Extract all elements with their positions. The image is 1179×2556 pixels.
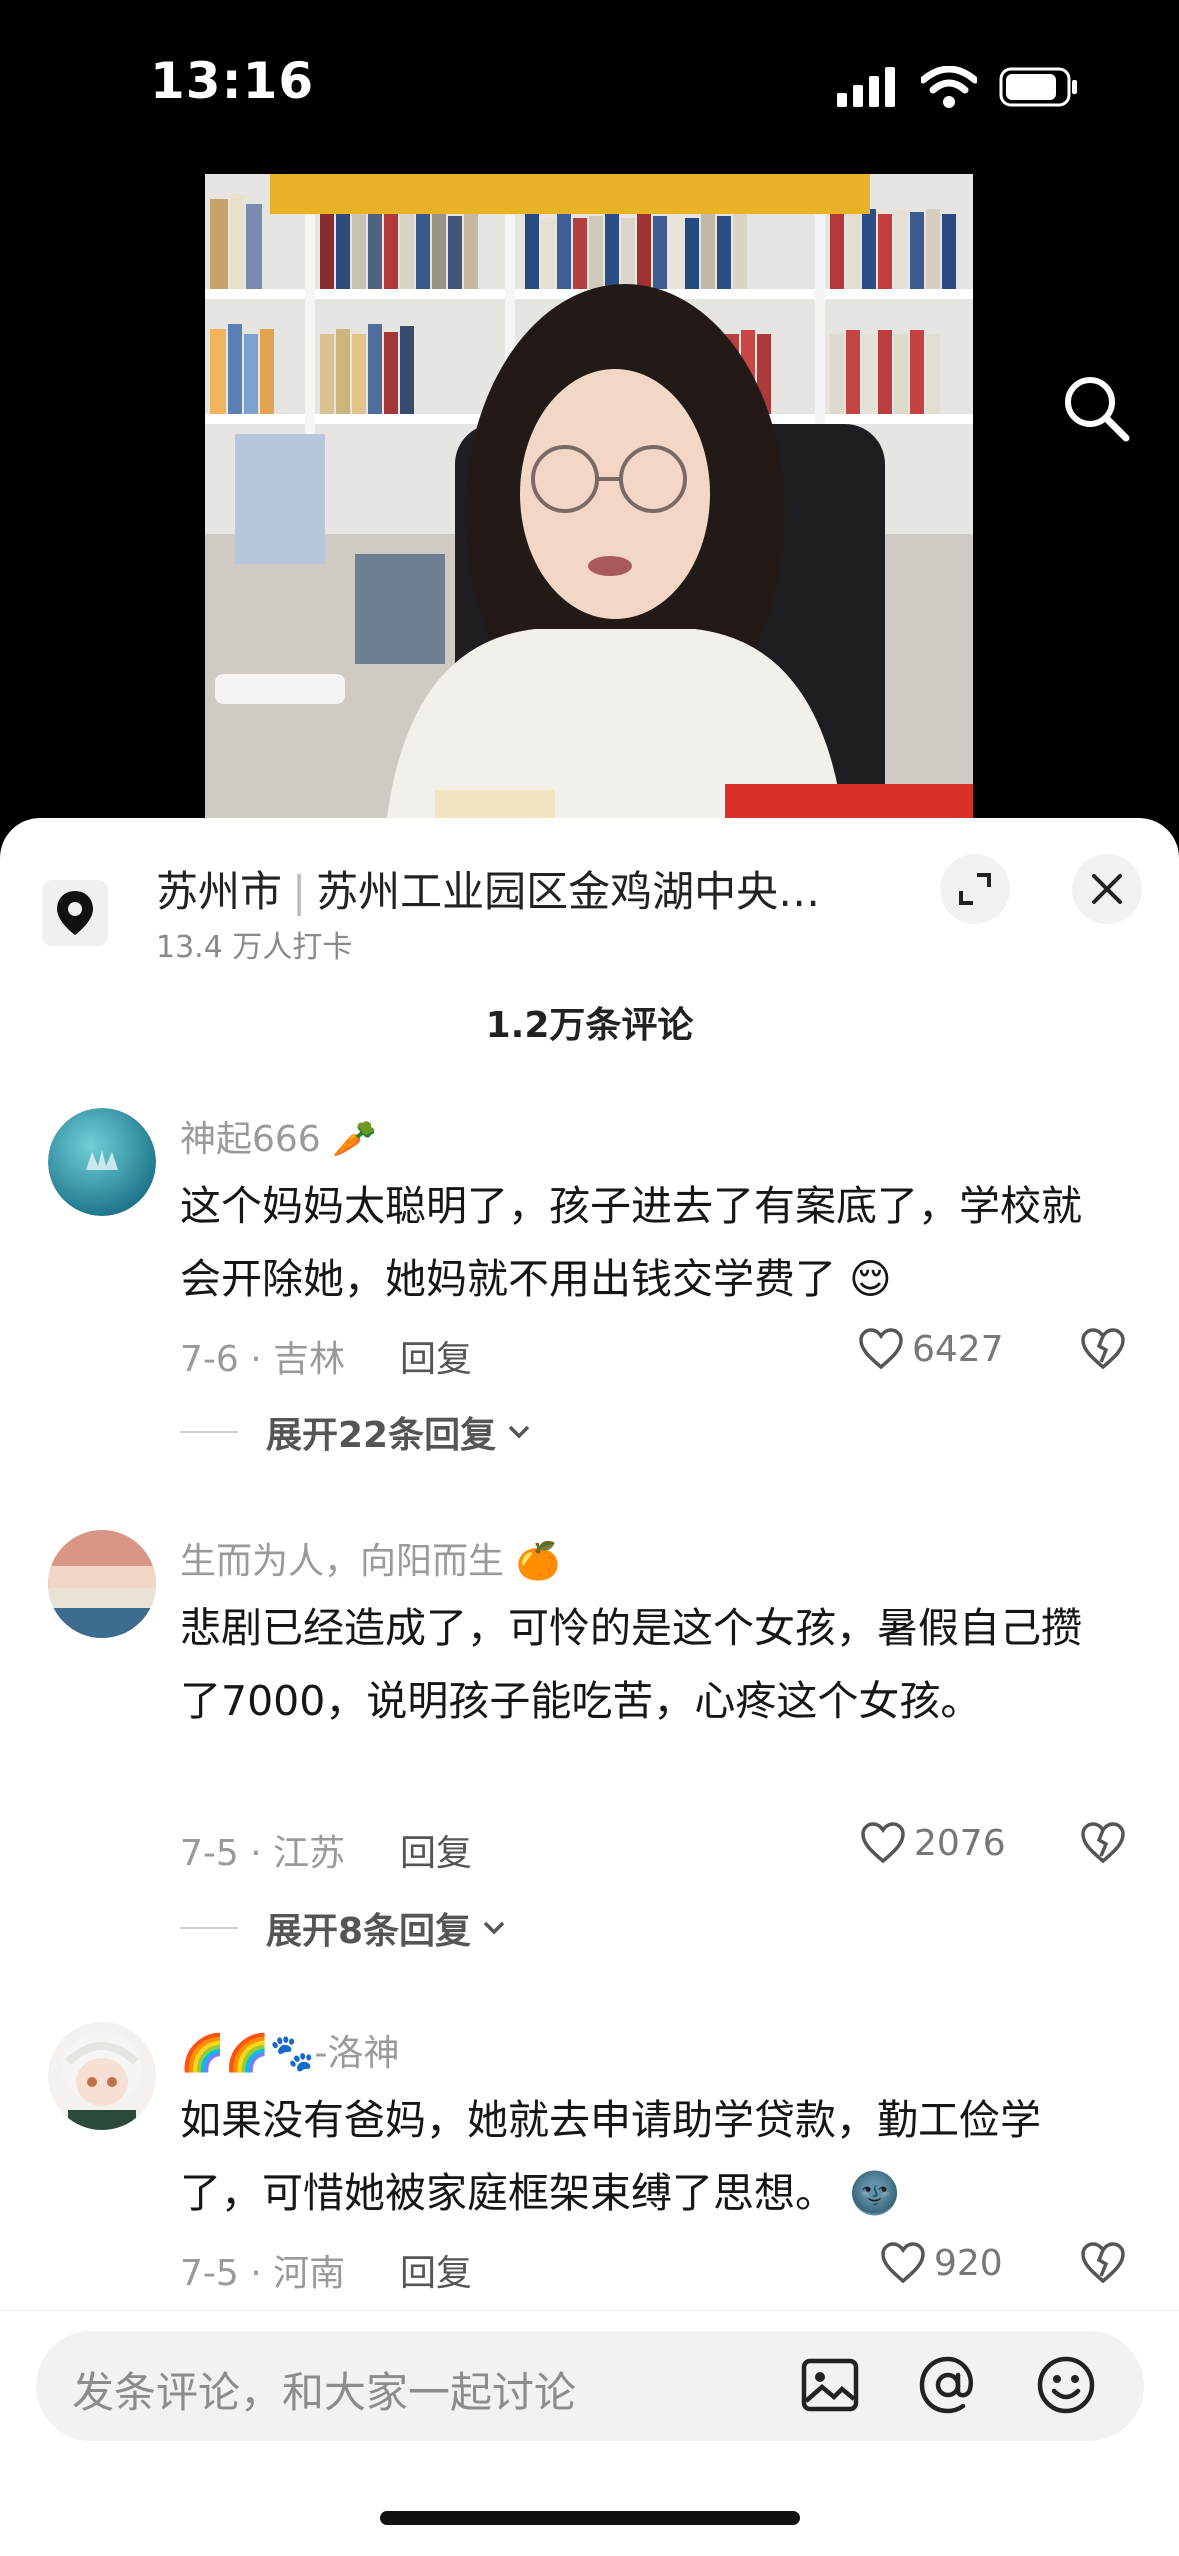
search-icon — [1065, 377, 1130, 442]
comment-input-placeholder: 发条评论，和大家一起讨论 — [72, 2368, 577, 2417]
heart-icon — [881, 2242, 925, 2284]
divider-line — [180, 1431, 238, 1433]
dislike-button[interactable] — [1080, 1328, 1126, 1374]
video-player[interactable] — [0, 170, 1179, 834]
location-pin-icon — [42, 880, 108, 946]
wifi-icon — [921, 66, 977, 108]
comment-text: 这个妈妈太聪明了，孩子进去了有案底了，学校就会开除她，她妈就不用出钱交学费了 😌 — [180, 1182, 1082, 1303]
location-title[interactable]: 苏州市 | 苏州工业园区金鸡湖中央… — [156, 858, 820, 919]
cellular-signal-icon — [837, 67, 895, 107]
comment-username[interactable]: 🌈🌈🐾-洛神 — [180, 2024, 399, 2076]
mention-button[interactable] — [916, 2353, 980, 2417]
carrot-emoji-icon: 🥕 — [332, 1119, 377, 1160]
location-place: 苏州工业园区金鸡湖中央… — [316, 867, 821, 916]
comment-date-location: 7-6 · 吉林 — [180, 1339, 346, 1380]
video-frame — [205, 174, 973, 834]
like-button[interactable]: 920 — [880, 2242, 1003, 2284]
location-city: 苏州市 — [156, 867, 283, 916]
smiley-face-icon — [1037, 2356, 1095, 2414]
avatar[interactable] — [48, 2022, 156, 2130]
location-checkins: 13.4 万人打卡 — [156, 930, 353, 965]
expand-icon — [959, 873, 991, 905]
comment-username[interactable]: 生而为人，向阳而生 🍊 — [180, 1532, 560, 1584]
chevron-down-icon — [483, 1921, 505, 1935]
comment-input[interactable]: 发条评论，和大家一起讨论 — [36, 2331, 1144, 2441]
comment-username[interactable]: 神起666 🥕 — [180, 1110, 377, 1162]
smile-emoji-icon: 😌 — [849, 1255, 892, 1303]
reply-button[interactable]: 回复 — [400, 2244, 472, 2296]
broken-heart-icon — [1081, 1822, 1125, 1864]
dislike-button[interactable] — [1080, 1822, 1126, 1868]
image-picker-button[interactable] — [798, 2353, 862, 2417]
divider-line — [180, 1927, 238, 1929]
comment-date-location: 7-5 · 江苏 — [180, 1833, 346, 1874]
expand-replies-button[interactable]: 展开22条回复 — [180, 1406, 534, 1458]
search-button[interactable] — [1058, 370, 1138, 450]
close-icon — [1092, 874, 1122, 904]
broken-heart-icon — [1081, 1328, 1125, 1370]
image-icon — [801, 2358, 859, 2412]
comment-sheet: 苏州市 | 苏州工业园区金鸡湖中央… 13.4 万人打卡 1.2万条评论 神起666… — [0, 818, 1179, 2556]
close-button[interactable] — [1072, 854, 1142, 924]
status-time: 13:16 — [150, 52, 315, 110]
like-button[interactable]: 2076 — [860, 1822, 1006, 1864]
comment-text: 悲剧已经造成了，可怜的是这个女孩，暑假自己攒了7000，说明孩子能吃苦，心疼这个… — [180, 1604, 1082, 1725]
location-separator: | — [292, 867, 307, 916]
comment-date-location: 7-5 · 河南 — [180, 2253, 346, 2294]
avatar[interactable] — [48, 1530, 156, 1638]
heart-icon — [859, 1328, 903, 1370]
video-thumbnail — [205, 174, 973, 834]
orange-emoji-icon: 🍊 — [515, 1541, 561, 1582]
expand-replies-button[interactable]: 展开8条回复 — [180, 1902, 509, 1954]
reply-button[interactable]: 回复 — [400, 1330, 472, 1382]
expand-button[interactable] — [940, 854, 1010, 924]
chevron-down-icon — [508, 1425, 530, 1439]
like-count: 920 — [934, 2242, 1003, 2284]
battery-icon — [999, 67, 1077, 107]
comment-text: 如果没有爸妈，她就去申请助学贷款，勤工俭学了，可惜她被家庭框架束缚了思想。 🌚 — [180, 2096, 1041, 2217]
comment-count: 1.2万条评论 — [485, 1005, 694, 1046]
like-count: 6427 — [912, 1328, 1004, 1370]
home-indicator[interactable] — [380, 2511, 800, 2525]
emoji-button[interactable] — [1034, 2353, 1098, 2417]
broken-heart-icon — [1081, 2242, 1125, 2284]
dislike-button[interactable] — [1080, 2242, 1126, 2288]
heart-icon — [861, 1822, 905, 1864]
reply-button[interactable]: 回复 — [400, 1824, 472, 1876]
status-icons — [837, 62, 1079, 112]
status-bar: 13:16 — [0, 0, 1179, 170]
comment-input-bar: 发条评论，和大家一起讨论 — [0, 2310, 1179, 2556]
at-sign-icon — [919, 2356, 974, 2414]
like-button[interactable]: 6427 — [858, 1328, 1004, 1370]
avatar[interactable] — [48, 1108, 156, 1216]
like-count: 2076 — [914, 1822, 1006, 1864]
new-moon-face-emoji-icon: 🌚 — [849, 2169, 901, 2217]
